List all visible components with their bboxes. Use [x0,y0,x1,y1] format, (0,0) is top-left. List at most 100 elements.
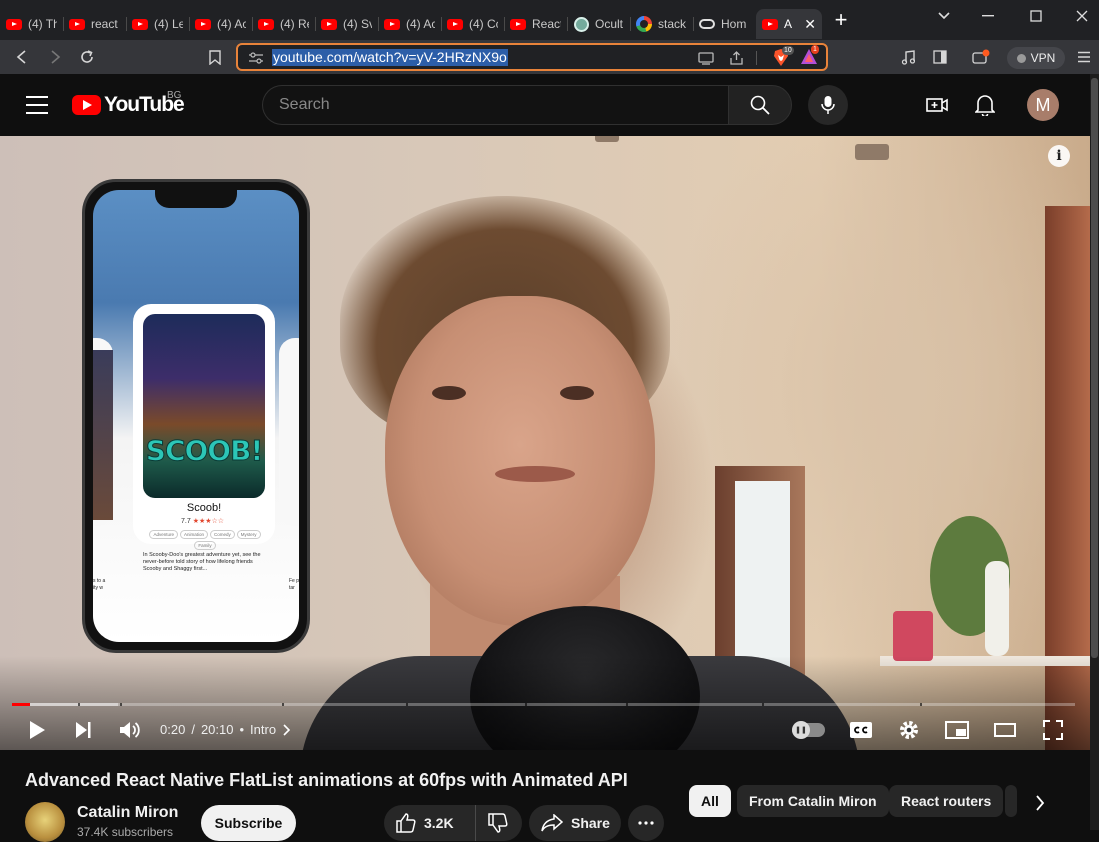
youtube-favicon-icon [6,16,22,32]
forward-button[interactable] [42,45,68,69]
video-add-icon [926,98,948,112]
fullscreen-icon [1043,720,1063,740]
theater-mode-button[interactable] [991,716,1019,744]
browser-tab-active[interactable]: A ✕ [756,9,822,39]
browser-tab[interactable]: (4) Th [0,9,63,39]
bell-icon [975,95,995,116]
page-scrollbar[interactable] [1090,74,1099,830]
browser-tab[interactable]: stack [630,9,693,39]
brave-shields-button[interactable]: 10 [772,46,794,67]
sidebar-toggle-button[interactable] [927,45,953,69]
minimize-button[interactable] [968,4,1008,28]
rating-stars: ★★★☆☆ [192,518,225,525]
tab-list: (4) Th react (4) Le (4) Ac (4) Re (4) Sv (4) A… [0,1,822,39]
media-button[interactable] [895,45,921,69]
tab-search-button[interactable] [924,4,964,28]
autoplay-toggle[interactable]: ❚❚ [792,721,825,739]
create-button[interactable] [925,93,949,117]
browser-tab[interactable]: react [63,9,126,39]
miniplayer-icon [945,721,969,739]
vpn-status-dot [1016,53,1026,63]
phone-screen: SCOOB! Scoob! 7.7 ★★★☆☆ Adventure Animat… [93,190,299,642]
thumbs-down-icon [488,813,508,833]
movie-description: In Scooby-Doo's greatest adventure yet, … [143,552,261,572]
favicon-shape [384,18,400,30]
wallet-button[interactable] [968,45,994,69]
notifications-button[interactable] [973,93,997,117]
gear-icon [900,721,918,739]
reload-button[interactable] [74,45,100,69]
voice-search-button[interactable] [808,85,848,125]
browser-tab[interactable]: (4) Le [126,9,189,39]
fullscreen-button[interactable] [1039,716,1067,744]
chevron-right-icon [1036,795,1045,811]
brave-rewards-button[interactable]: 1 [800,45,819,67]
settings-button[interactable] [895,716,923,744]
favicon-shape [762,18,778,30]
chapter-title[interactable]: Intro [250,722,276,737]
url-text[interactable]: youtube.com/watch?v=yV-2HRzNX9o [272,49,508,66]
next-video-button[interactable] [70,716,96,744]
chips-next-button[interactable] [1024,787,1056,819]
browser-tab[interactable]: (4) Re [252,9,315,39]
progress-bar[interactable] [12,703,1075,706]
browser-menu-button[interactable] [1071,45,1097,69]
subtitles-button[interactable] [846,716,876,744]
video-info-button[interactable]: i [1048,145,1070,167]
account-avatar[interactable]: M [1027,89,1059,121]
google-favicon-icon [636,16,652,32]
channel-avatar[interactable] [25,802,65,842]
sidebar-icon [933,50,947,64]
search-input[interactable] [263,86,729,124]
search-icon [750,95,770,115]
youtube-favicon-icon [132,16,148,32]
more-actions-button[interactable] [628,805,664,841]
search-button[interactable] [728,85,792,125]
tab-label: stack [658,17,687,31]
maximize-button[interactable] [1016,4,1056,28]
time-total: 20:10 [200,722,234,737]
chip-overflow[interactable] [1005,785,1017,817]
mute-button[interactable] [116,716,144,744]
video-player[interactable]: SCOOB! Scoob! 7.7 ★★★☆☆ Adventure Animat… [0,136,1090,750]
favicon-shape [636,16,652,32]
browser-tab[interactable]: React [504,9,567,39]
share-button[interactable]: Share [529,805,621,841]
cast-button[interactable] [696,49,716,67]
skip-next-icon [76,722,91,738]
chapter-separator: • [239,722,245,737]
subscribe-button[interactable]: Subscribe [201,805,296,841]
miniplayer-button[interactable] [943,716,971,744]
browser-tab[interactable]: (4) Sv [315,9,378,39]
vpn-button[interactable]: VPN [1007,47,1065,69]
back-button[interactable] [9,45,35,69]
chip-from-channel[interactable]: From Catalin Miron [737,785,889,817]
country-code: BG [167,90,182,101]
like-button[interactable]: 3.2K [384,805,476,841]
browser-tab[interactable]: (4) Ac [378,9,441,39]
browser-tab[interactable]: (4) Cc [441,9,504,39]
chip-all[interactable]: All [689,785,731,817]
browser-tab[interactable]: (4) Ac [189,9,252,39]
phone-notch [155,190,237,208]
guide-menu-button[interactable] [26,96,48,114]
closed-captions-icon [850,722,872,738]
dislike-button[interactable] [476,805,520,841]
thumbs-up-icon [396,813,416,833]
bookmark-button[interactable] [202,45,228,69]
address-bar[interactable]: youtube.com/watch?v=yV-2HRzNX9o 10 1 [236,43,828,71]
tab-close-button[interactable]: ✕ [804,16,816,33]
browser-tab[interactable]: Ocult [567,9,630,39]
like-count: 3.2K [424,815,454,831]
site-settings-icon[interactable] [246,49,266,67]
scrollbar-thumb[interactable] [1091,78,1098,658]
play-button[interactable] [24,716,50,744]
share-page-button[interactable] [726,49,746,67]
close-window-button[interactable] [1062,4,1099,28]
chip-react-routers[interactable]: React routers [889,785,1004,817]
channel-name[interactable]: Catalin Miron [77,804,178,822]
favicon-shape [69,18,85,30]
youtube-favicon-icon [258,16,274,32]
new-tab-button[interactable]: + [826,5,856,35]
browser-tab[interactable]: Hom [693,9,756,39]
